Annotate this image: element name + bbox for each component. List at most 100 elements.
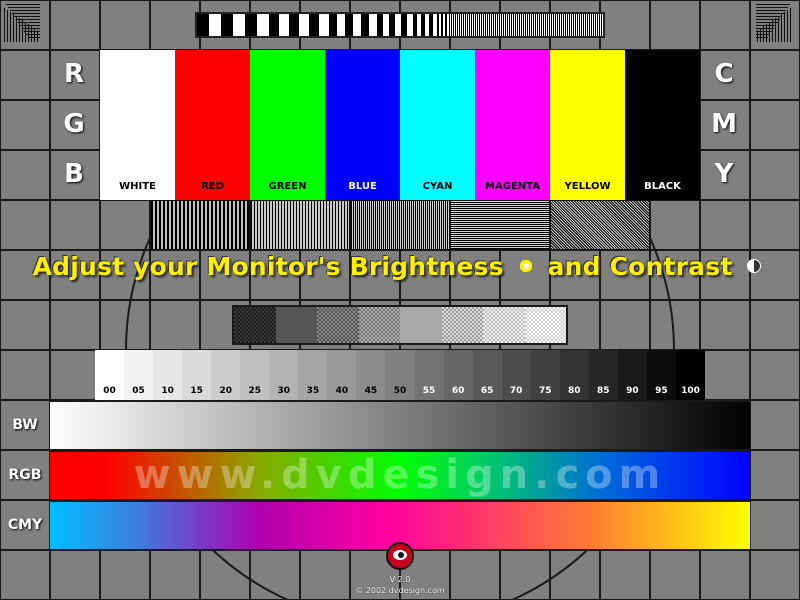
gray-step: 75 (530, 350, 560, 400)
corner-line (13, 14, 14, 42)
corner-line (756, 19, 780, 20)
contrast-check-box (232, 305, 568, 345)
stripe (245, 14, 257, 36)
gray-step-label: 65 (480, 386, 494, 396)
contrast-swatch (483, 307, 525, 343)
gray-step: 70 (501, 350, 531, 400)
gray-step-label: 05 (132, 386, 145, 396)
stripe (221, 14, 233, 36)
letter-y: Y (714, 159, 734, 189)
stripe (299, 14, 309, 36)
gray-step-label: 35 (306, 386, 320, 396)
color-bar-blue: BLUE (325, 50, 400, 200)
corner-line (756, 28, 774, 29)
gray-step: 05 (124, 350, 154, 400)
gray-step-label: 75 (538, 386, 552, 396)
corner-line (756, 34, 770, 35)
stripe (361, 14, 369, 36)
gradient-bw (50, 400, 750, 450)
row-label-rgb: RGB (8, 467, 42, 483)
color-bar-white: WHITE (100, 50, 175, 200)
corner-line (772, 20, 773, 42)
gray-step: 40 (327, 350, 357, 400)
gray-step: 35 (298, 350, 328, 400)
corner-line (34, 28, 35, 42)
color-bar-label: GREEN (268, 181, 307, 192)
gray-step: 10 (153, 350, 183, 400)
gray-step: 85 (588, 350, 618, 400)
gray-step-label: 90 (626, 386, 639, 396)
gray-step-label: 25 (248, 386, 262, 396)
gray-step: 65 (472, 350, 502, 400)
version-text: V 2.0 (389, 575, 411, 584)
corner-line (756, 4, 790, 5)
stripe (309, 14, 319, 36)
headline-text-1: Adjust your Monitor's Brightness (32, 252, 504, 281)
corner-line (756, 16, 782, 17)
color-bar-red: RED (175, 50, 250, 200)
corner-line (10, 10, 40, 11)
letter-c: C (714, 59, 734, 89)
corner-line (787, 10, 788, 42)
corner-line (28, 24, 29, 42)
gray-step: 30 (269, 350, 299, 400)
color-bar-label: BLACK (644, 181, 681, 192)
frequency-stripes-top (195, 12, 605, 38)
color-bar-black: BLACK (625, 50, 700, 200)
watermark-text: www.dvdesign.com (133, 452, 667, 498)
resolution-block-3 (350, 200, 450, 250)
stripe (353, 14, 361, 36)
corner-mark-top-left (2, 2, 42, 44)
headline-text-2: and Contrast (547, 252, 733, 281)
contrast-swatch (358, 307, 400, 343)
gray-step: 45 (356, 350, 386, 400)
stripe (269, 14, 279, 36)
contrast-swatch (524, 307, 566, 343)
gray-step: 90 (617, 350, 647, 400)
stripe (602, 14, 603, 36)
color-bar-yellow: YELLOW (550, 50, 625, 200)
corner-line (10, 12, 11, 42)
contrast-swatch (317, 307, 359, 343)
gray-step-label: 55 (422, 386, 436, 396)
corner-line (790, 8, 791, 42)
gray-step: 50 (385, 350, 415, 400)
stripe (319, 14, 329, 36)
corner-line (760, 28, 761, 42)
corner-line (8, 7, 40, 8)
sun-icon (518, 259, 533, 273)
stripe (329, 14, 337, 36)
corner-line (756, 22, 778, 23)
gray-step: 100 (675, 350, 705, 400)
resolution-block-4 (450, 200, 550, 250)
color-bar-label: RED (201, 181, 224, 192)
stripe (233, 14, 245, 36)
stripe (197, 14, 209, 36)
letter-r: R (63, 59, 85, 89)
letter-g: G (63, 109, 85, 139)
letter-m: M (711, 109, 737, 139)
contrast-swatch (441, 307, 483, 343)
corner-line (756, 13, 784, 14)
row-label-cmy: CMY (7, 517, 43, 533)
gray-step-label: 100 (681, 386, 700, 396)
gray-step-label: 40 (335, 386, 349, 396)
contrast-swatch (400, 307, 442, 343)
corner-line (22, 20, 23, 42)
gray-step: 55 (414, 350, 444, 400)
row-label-bw: BW (12, 417, 38, 433)
gray-step-label: 95 (655, 386, 668, 396)
corner-line (7, 10, 8, 42)
corner-line (781, 14, 782, 42)
corner-line (12, 13, 40, 14)
gray-step: 25 (240, 350, 270, 400)
corner-line (756, 37, 768, 38)
gray-step: 95 (646, 350, 676, 400)
stripe (209, 14, 221, 36)
color-bar-green: GREEN (250, 50, 325, 200)
gray-step-label: 60 (451, 386, 465, 396)
gray-step: 20 (211, 350, 241, 400)
resolution-block-2 (250, 200, 350, 250)
gray-step-label: 10 (161, 386, 174, 396)
corner-line (766, 24, 767, 42)
